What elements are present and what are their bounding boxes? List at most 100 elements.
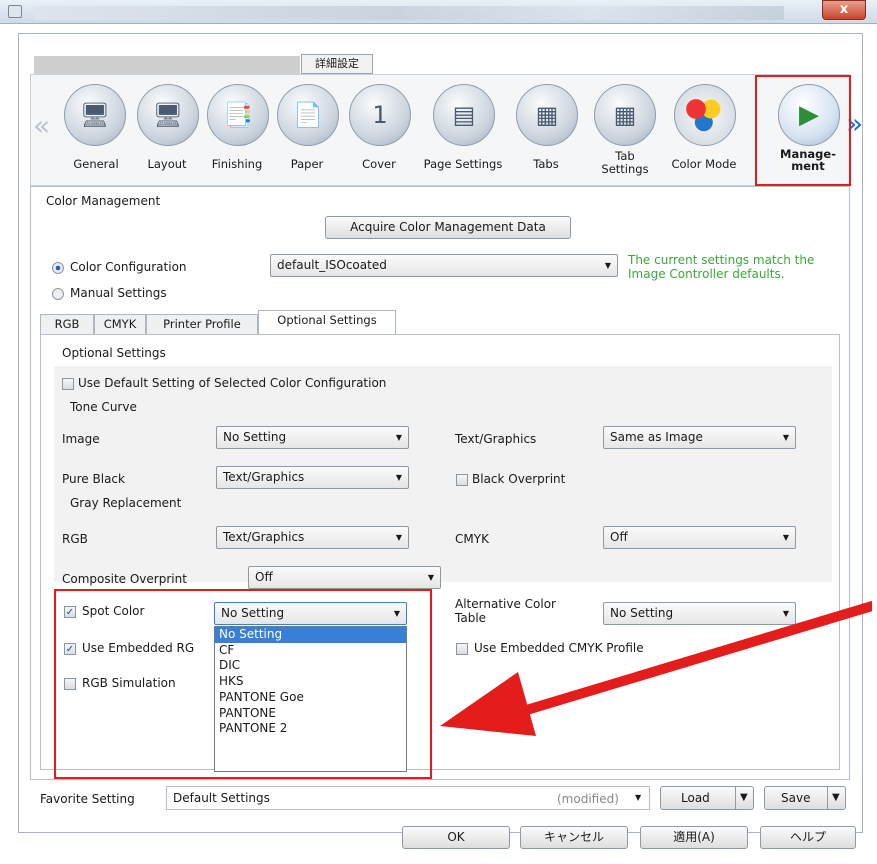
select-value: Text/Graphics (223, 470, 305, 484)
tab-cmyk[interactable]: CMYK (94, 314, 146, 334)
image-select[interactable]: No Setting ▼ (216, 426, 409, 449)
manual-settings-radio[interactable] (52, 288, 64, 300)
image-label: Image (62, 432, 100, 446)
chevron-down-icon: ▼ (395, 433, 402, 442)
toolbar-item-tabs[interactable]: ▦ Tabs (508, 84, 584, 171)
color-configuration-radio[interactable] (52, 262, 64, 274)
panel-title: Color Management (46, 194, 161, 208)
apply-button[interactable]: 適用(A) (640, 826, 748, 849)
tone-curve-section (54, 366, 832, 582)
toolbar-label: Paper (290, 157, 324, 171)
status-message: The current settings match the Image Con… (628, 253, 815, 281)
toolbar-label: General (73, 157, 119, 171)
chevron-down-icon: ▼ (604, 261, 611, 270)
arrow-head (440, 672, 536, 736)
use-default-label: Use Default Setting of Selected Color Co… (78, 376, 387, 390)
toolbar-item-finishing[interactable]: 📑 Finishing (202, 84, 272, 171)
ok-button[interactable]: OK (402, 826, 510, 849)
black-overprint-checkbox[interactable] (456, 474, 468, 486)
save-button[interactable]: Save ▼ (764, 786, 846, 810)
black-overprint-label: Black Overprint (472, 472, 566, 486)
chevron-down-icon: ▼ (395, 533, 402, 542)
favorite-setting-label: Favorite Setting (40, 792, 135, 806)
tab-optional-settings[interactable]: Optional Settings (258, 310, 396, 334)
toolbar-item-tab-settings[interactable]: ▦ Tab Settings (586, 84, 662, 176)
tab-settings-icon: ▦ (594, 84, 656, 146)
redacted-field (34, 56, 300, 76)
tab-rgb[interactable]: RGB (40, 314, 94, 334)
select-value: Off (610, 530, 628, 544)
toolbar-label: Layout (147, 157, 187, 171)
management-highlight (755, 75, 851, 186)
annotation-arrow (440, 601, 872, 736)
printer-general-icon: 🖥 (64, 84, 126, 146)
composite-overprint-select[interactable]: Off ▼ (248, 566, 441, 589)
split-divider (735, 787, 736, 809)
toolbar-item-cover[interactable]: 1 Cover (344, 84, 414, 171)
favorite-setting-select[interactable]: Default Settings (modified) ▼ (166, 786, 650, 810)
title-redacted-2 (404, 6, 784, 20)
select-value: Text/Graphics (223, 530, 305, 544)
split-divider (827, 787, 828, 809)
chevron-down-icon: ▼ (782, 433, 789, 442)
paper-icon: 📄 (277, 84, 339, 146)
color-configuration-label: Color Configuration (70, 260, 187, 274)
manual-settings-label: Manual Settings (70, 286, 167, 300)
load-label: Load (681, 791, 710, 805)
toolbar-label: Cover (362, 157, 396, 171)
toolbar-label: Tab Settings (601, 149, 649, 176)
save-label: Save (781, 791, 811, 805)
detail-settings-tab[interactable]: 詳細設定 (301, 54, 373, 74)
scroll-left-icon[interactable]: « (33, 112, 50, 140)
printer-app-icon (8, 5, 22, 18)
color-configuration-select[interactable]: default_ISOcoated ▼ (270, 254, 618, 277)
help-button[interactable]: ヘルプ (760, 826, 856, 849)
pure-black-select[interactable]: Text/Graphics ▼ (216, 466, 409, 489)
select-value: default_ISOcoated (277, 258, 387, 272)
toolbar-item-general[interactable]: 🖥 General (60, 84, 132, 171)
section-title: Optional Settings (62, 346, 166, 360)
rgb-gray-select[interactable]: Text/Graphics ▼ (216, 526, 409, 549)
select-value: Off (255, 570, 273, 584)
toolbar-item-layout[interactable]: 🖥 Layout (132, 84, 202, 171)
cmyk-gray-select[interactable]: Off ▼ (603, 526, 796, 549)
favorite-setting-value: Default Settings (173, 791, 270, 805)
chevron-down-icon: ▼ (832, 792, 840, 803)
page-settings-icon: ▤ (433, 84, 495, 146)
select-value: Same as Image (610, 430, 703, 444)
select-value: No Setting (223, 430, 287, 444)
tab-printer-profile[interactable]: Printer Profile (146, 314, 258, 334)
composite-overprint-label: Composite Overprint (62, 572, 187, 586)
cancel-button[interactable]: キャンセル (520, 826, 628, 849)
printer-layout-icon: 🖥 (137, 84, 199, 146)
gray-replacement-title: Gray Replacement (70, 496, 182, 510)
toolbar-item-color-mode[interactable]: Color Mode (664, 84, 744, 171)
rgb-label: RGB (62, 532, 88, 546)
pure-black-label: Pure Black (62, 472, 125, 486)
toolbar-item-paper[interactable]: 📄 Paper (272, 84, 342, 171)
text-graphics-label: Text/Graphics (455, 432, 537, 446)
modified-indicator: (modified) (557, 792, 619, 806)
close-button[interactable]: x (822, 0, 866, 20)
chevron-down-icon: ▼ (740, 792, 748, 803)
title-redacted (34, 6, 404, 20)
toolbar-label: Color Mode (671, 157, 737, 171)
color-mode-icon (674, 84, 736, 146)
finishing-pages-icon: 📑 (207, 84, 269, 146)
text-graphics-select[interactable]: Same as Image ▼ (603, 426, 796, 449)
load-button[interactable]: Load ▼ (660, 786, 754, 810)
toolbar-label: Finishing (211, 157, 263, 171)
tone-curve-title: Tone Curve (70, 400, 137, 414)
arrow-shaft (495, 601, 872, 723)
chevron-down-icon: ▼ (395, 473, 402, 482)
use-default-checkbox[interactable] (62, 378, 74, 390)
toolbar-label: Page Settings (423, 157, 503, 171)
acquire-color-data-button[interactable]: Acquire Color Management Data (325, 216, 571, 239)
tabs-icon: ▦ (516, 84, 578, 146)
cmyk-label: CMYK (455, 532, 489, 546)
cover-page-icon: 1 (349, 84, 411, 146)
toolbar-item-page-settings[interactable]: ▤ Page Settings (418, 84, 508, 171)
chevron-down-icon: ▼ (635, 793, 642, 802)
toolbar-label: Tabs (533, 157, 559, 171)
spot-color-highlight (54, 589, 432, 779)
